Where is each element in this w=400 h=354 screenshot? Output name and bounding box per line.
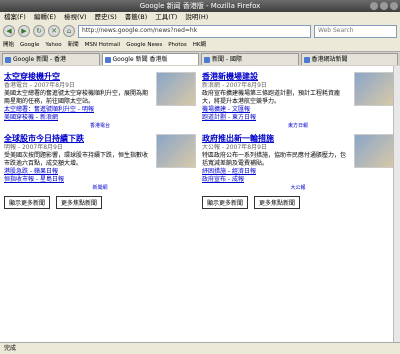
bookmark-item[interactable]: Google News [126, 39, 162, 51]
home-button[interactable]: ⌂ [63, 25, 75, 37]
menu-bar: 檔案(F) 編輯(E) 檢視(V) 歷史(S) 書籤(B) 工具(T) 說明(H) [0, 12, 400, 23]
search-input[interactable]: Web Search [314, 24, 397, 38]
menu-item[interactable]: 檔案(F) [4, 12, 26, 23]
minimize-button[interactable] [370, 2, 378, 10]
news-story: 全球股市今日持續下跌 明報 - 2007年8月9日 受美國次按問題影響，環球股市持續… [4, 134, 196, 191]
status-text: 完成 [4, 345, 17, 352]
related-link[interactable]: 紓困措施 - 經濟日報 [202, 168, 394, 176]
news-thumbnail[interactable] [354, 134, 394, 168]
close-button[interactable] [390, 2, 398, 10]
news-thumbnail[interactable] [354, 72, 394, 106]
stop-button[interactable]: ✕ [48, 25, 60, 37]
news-story: 太空穿梭機升空 香港電台 - 2007年8月9日 美國太空總署的奮進號太空穿梭機順利… [4, 72, 196, 129]
menu-item[interactable]: 工具(T) [155, 12, 177, 23]
forward-button[interactable]: ▶ [18, 25, 30, 37]
scrollbar[interactable] [393, 66, 400, 343]
more-news-button[interactable]: 更多焦點新聞 [254, 196, 301, 209]
related-link[interactable]: 美國穿梭機 - 新浪網 [4, 114, 196, 122]
bookmark-item[interactable]: 開始 [3, 39, 14, 51]
tab-item[interactable]: Google 新聞 香港版 [101, 53, 199, 65]
bookmark-item[interactable]: HK網 [193, 39, 206, 51]
menu-item[interactable]: 編輯(E) [34, 12, 56, 23]
related-link[interactable]: 港股急跌 - 蘋果日報 [4, 168, 196, 176]
left-column: 太空穿梭機升空 香港電台 - 2007年8月9日 美國太空總署的奮進號太空穿梭機順利… [4, 72, 196, 209]
menu-item[interactable]: 書籤(B) [125, 12, 148, 23]
related-link[interactable]: 跑道計劃 - 東方日報 [202, 114, 394, 122]
maximize-button[interactable] [380, 2, 388, 10]
more-news-button[interactable]: 更多焦點新聞 [56, 196, 103, 209]
bookmark-item[interactable]: Yahoo [45, 39, 61, 51]
tab-item[interactable]: 新聞 - 國際 [201, 53, 299, 65]
more-buttons: 顯示更多新聞 更多焦點新聞 [4, 196, 196, 209]
thumbnail-caption[interactable]: 新聞網 [4, 184, 196, 191]
related-link[interactable]: 太空總署：奮進號順利升空 - 明報 [4, 106, 196, 114]
bookmark-item[interactable]: MSN Hotmail [85, 39, 121, 51]
menu-item[interactable]: 歷史(S) [95, 12, 117, 23]
bookmark-item[interactable]: Photos [168, 39, 187, 51]
back-button[interactable]: ◀ [3, 25, 15, 37]
reload-button[interactable]: ↻ [33, 25, 45, 37]
page-content: 太空穿梭機升空 香港電台 - 2007年8月9日 美國太空總署的奮進號太空穿梭機順利… [0, 66, 394, 343]
window-titlebar: Google 新闻 香港版 - Mozilla Firefox [0, 0, 400, 12]
more-buttons: 顯示更多新聞 更多焦點新聞 [202, 196, 394, 209]
news-thumbnail[interactable] [156, 72, 196, 106]
url-bar[interactable]: http://news.google.com/news?ned=hk [78, 24, 311, 38]
tab-item[interactable]: Google 新聞 - 香港 [2, 53, 100, 65]
right-column: 香港新機場建設 新浪網 - 2007年8月9日 政府宣布擴建機場第三條跑道計劃，預計… [202, 72, 394, 209]
bookmark-item[interactable]: 新聞 [68, 39, 79, 51]
window-title: Google 新闻 香港版 - Mozilla Firefox [139, 2, 261, 10]
tab-bar: Google 新聞 - 香港 Google 新聞 香港版 新聞 - 國際 香港網站新聞 [0, 52, 400, 67]
related-link[interactable]: 政府宣布 - 成報 [202, 176, 394, 184]
bookmark-item[interactable]: Google [20, 39, 39, 51]
thumbnail-caption[interactable]: 東方日報 [202, 122, 394, 129]
news-story: 政府推出新一輪措施 大公報 - 2007年8月9日 特區政府公布一系列措施，協助市民… [202, 134, 394, 191]
more-news-button[interactable]: 顯示更多新聞 [202, 196, 249, 209]
tab-item[interactable]: 香港網站新聞 [300, 53, 398, 65]
status-bar: 完成 [0, 342, 400, 354]
menu-item[interactable]: 檢視(V) [64, 12, 87, 23]
navigation-toolbar: ◀ ▶ ↻ ✕ ⌂ http://news.google.com/news?ne… [0, 23, 400, 39]
news-thumbnail[interactable] [156, 134, 196, 168]
menu-item[interactable]: 說明(H) [185, 12, 208, 23]
thumbnail-caption[interactable]: 香港電台 [4, 122, 196, 129]
related-link[interactable]: 機場擴建 - 文匯報 [202, 106, 394, 114]
news-story: 香港新機場建設 新浪網 - 2007年8月9日 政府宣布擴建機場第三條跑道計劃，預計… [202, 72, 394, 129]
thumbnail-caption[interactable]: 大公報 [202, 184, 394, 191]
related-link[interactable]: 恒指收市報 - 星島日報 [4, 176, 196, 184]
bookmarks-bar: 開始 Google Yahoo 新聞 MSN Hotmail Google News Pho… [0, 39, 400, 52]
more-news-button[interactable]: 顯示更多新聞 [4, 196, 51, 209]
